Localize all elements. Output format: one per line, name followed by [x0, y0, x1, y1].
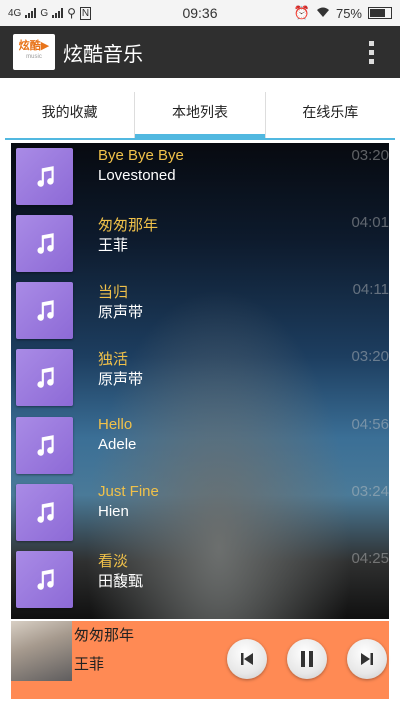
song-title: 看淡: [98, 553, 129, 570]
music-note-icon: [16, 282, 73, 339]
status-bar: 4G G ⚲ N 09:36 ⏰ 75%: [0, 0, 400, 26]
song-title: Bye Bye Bye: [98, 147, 184, 164]
now-playing-artist: 王菲: [74, 656, 105, 673]
song-duration: 03:24: [351, 483, 389, 500]
song-duration: 03:20: [351, 147, 389, 164]
song-artist: 原声带: [98, 304, 144, 321]
music-note-icon: [16, 417, 73, 474]
song-item[interactable]: 独活 原声带 03:20: [11, 344, 389, 411]
song-item[interactable]: 匆匆那年 王菲 04:01: [11, 210, 389, 277]
now-playing-bar[interactable]: 匆匆那年 王菲: [11, 621, 389, 699]
song-artist: Lovestoned: [98, 167, 176, 184]
song-title: Just Fine: [98, 483, 159, 500]
song-duration: 04:01: [351, 214, 389, 231]
battery-icon: [368, 7, 392, 19]
song-item[interactable]: Hello Adele 04:56: [11, 412, 389, 479]
app-logo: 炫酷▶ music: [13, 34, 55, 70]
tab-online-library[interactable]: 在线乐库: [264, 92, 395, 138]
song-artist: Adele: [98, 436, 137, 453]
tab-local-list[interactable]: 本地列表: [134, 92, 265, 140]
song-duration: 04:56: [351, 416, 389, 433]
song-artist: 田馥甄: [98, 573, 144, 590]
now-playing-title: 匆匆那年: [74, 627, 135, 644]
clock: 09:36: [182, 5, 218, 21]
next-button[interactable]: [347, 639, 387, 679]
song-artist: 原声带: [98, 371, 144, 388]
tab-bar: 我的收藏 本地列表 在线乐库: [5, 92, 395, 140]
skip-next-icon: [361, 653, 373, 665]
album-art[interactable]: [11, 621, 72, 681]
song-list[interactable]: Bye Bye Bye Lovestoned 03:20 匆匆那年 王菲 04:…: [11, 143, 389, 619]
song-duration: 04:11: [352, 281, 389, 298]
song-duration: 03:20: [351, 348, 389, 365]
song-item[interactable]: Just Fine Hien 03:24: [11, 479, 389, 546]
music-note-icon: [16, 551, 73, 608]
music-note-icon: [16, 484, 73, 541]
music-note-icon: [16, 215, 73, 272]
pause-icon: [301, 651, 313, 667]
song-title: Hello: [98, 416, 133, 433]
song-title: 独活: [98, 351, 129, 368]
song-item[interactable]: 当归 原声带 04:11: [11, 277, 389, 344]
song-title: 匆匆那年: [98, 217, 159, 234]
song-artist: 王菲: [98, 237, 129, 254]
song-item[interactable]: 看淡 田馥甄 04:25: [11, 546, 389, 613]
overflow-menu-icon[interactable]: [369, 40, 374, 64]
song-artist: Hien: [98, 503, 129, 520]
song-item[interactable]: Bye Bye Bye Lovestoned 03:20: [11, 143, 389, 210]
music-note-icon: [16, 349, 73, 406]
song-title: 当归: [98, 284, 129, 301]
music-note-icon: [16, 148, 73, 205]
app-title: 炫酷音乐: [63, 43, 143, 66]
skip-previous-icon: [241, 653, 253, 665]
song-duration: 04:25: [351, 550, 389, 567]
action-bar: 炫酷▶ music 炫酷音乐: [0, 26, 400, 78]
tab-favorites[interactable]: 我的收藏: [5, 92, 134, 138]
pause-button[interactable]: [287, 639, 327, 679]
previous-button[interactable]: [227, 639, 267, 679]
